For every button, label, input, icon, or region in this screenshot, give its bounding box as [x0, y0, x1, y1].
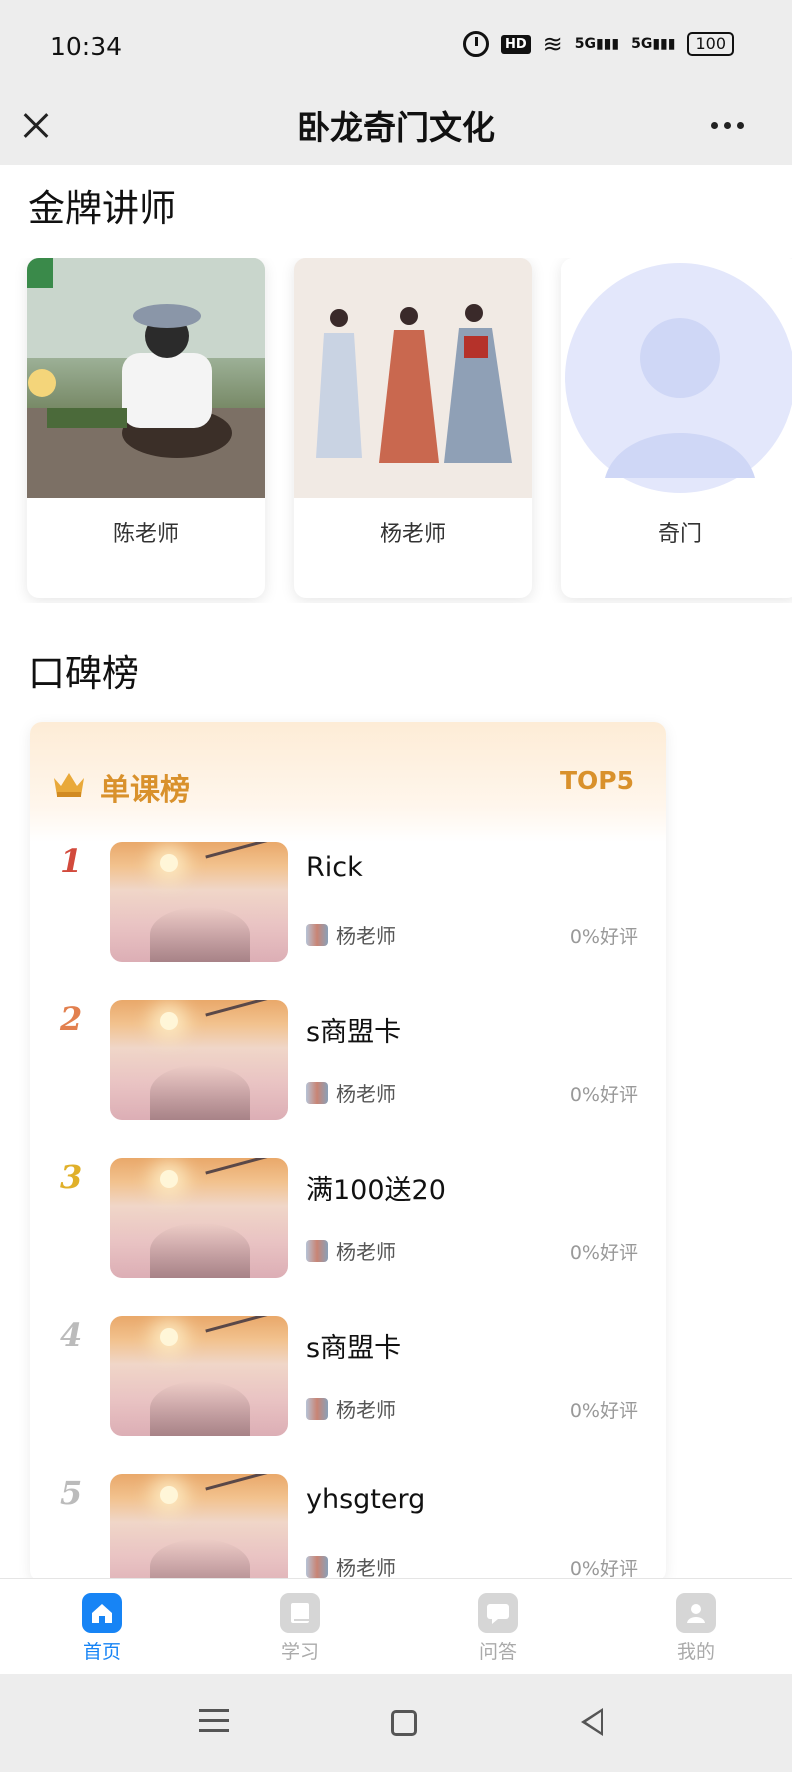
course-title: Rick [306, 852, 363, 883]
course-thumbnail [110, 842, 288, 962]
nav-item-mine[interactable]: 我的 [646, 1593, 746, 1664]
teachers-section-title: 金牌讲师 [28, 187, 176, 230]
course-teacher-name: 杨老师 [336, 924, 396, 948]
course-teacher: 杨老师 [306, 1236, 396, 1265]
course-row[interactable]: 3 满100送20 杨老师 0%好评 [30, 1158, 666, 1316]
teacher-avatar-icon [306, 923, 328, 946]
course-teacher: 杨老师 [306, 1078, 396, 1107]
course-teacher-name: 杨老师 [336, 1556, 396, 1580]
teacher-carousel[interactable]: 陈老师 杨老师 奇门 [0, 258, 792, 603]
user-icon [676, 1593, 716, 1633]
course-teacher: 杨老师 [306, 1552, 396, 1581]
ranking-title: 单课榜 [100, 773, 190, 808]
rank-number: 3 [60, 1158, 83, 1196]
teacher-photo-hanfu [294, 258, 532, 498]
home-square-icon[interactable] [382, 1702, 426, 1746]
rank-number: 2 [60, 1000, 83, 1038]
teacher-name: 陈老师 [112, 522, 179, 547]
course-rating: 0%好评 [569, 1084, 638, 1106]
nav-label-study: 学习 [280, 1641, 319, 1663]
course-title: 满100送20 [306, 1175, 446, 1206]
back-triangle-icon[interactable] [570, 1702, 614, 1746]
status-bar: 10:34 HD ≋ 5G ▮▮▮ 5G ▮▮▮ 100 [0, 0, 792, 90]
hd-icon: HD [500, 34, 531, 54]
default-avatar-icon [561, 258, 792, 498]
signal-1-label: 5G [574, 36, 596, 52]
ranking-top-label: TOP5 [559, 766, 634, 795]
course-title: yhsgterg [306, 1484, 426, 1515]
course-thumbnail [110, 1316, 288, 1436]
alarm-icon [462, 31, 489, 57]
course-title: s商盟卡 [306, 1017, 402, 1048]
signal-icon-2: 5G ▮▮▮ [631, 36, 676, 52]
bottom-nav: 首页 学习 问答 我的 [0, 1578, 792, 1674]
book-icon [280, 1593, 320, 1633]
course-row[interactable]: 2 s商盟卡 杨老师 0%好评 [30, 1000, 666, 1158]
course-row[interactable]: 5 yhsgterg 杨老师 0%好评 [30, 1474, 666, 1582]
teacher-avatar-icon [306, 1397, 328, 1420]
course-teacher-name: 杨老师 [336, 1240, 396, 1264]
teacher-card-2[interactable]: 杨老师 [294, 258, 532, 598]
signal-icon-1: 5G ▮▮▮ [574, 36, 620, 52]
teacher-avatar-icon [306, 1081, 328, 1104]
nav-item-home[interactable]: 首页 [52, 1593, 152, 1664]
signal-2-label: 5G [631, 36, 653, 52]
rank-number: 1 [60, 842, 83, 880]
course-teacher: 杨老师 [306, 1394, 396, 1423]
close-icon[interactable] [18, 102, 54, 152]
course-title: s商盟卡 [306, 1333, 402, 1364]
nav-label-home: 首页 [82, 1641, 121, 1663]
system-nav-bar [0, 1674, 792, 1772]
wifi-icon: ≋ [542, 30, 563, 58]
course-ranking-card: 单课榜 TOP5 1 Rick 杨老师 0%好评 2 s商盟卡 杨老师 0%好评… [30, 722, 666, 1582]
course-teacher-name: 杨老师 [336, 1398, 396, 1422]
nav-item-study[interactable]: 学习 [250, 1593, 350, 1664]
teacher-photo-garden [27, 258, 265, 498]
more-icon[interactable] [702, 110, 752, 140]
battery-icon: 100 [687, 32, 734, 56]
course-rating: 0%好评 [569, 1400, 638, 1422]
teacher-name: 奇门 [657, 522, 702, 547]
rank-number: 5 [60, 1474, 83, 1512]
course-rating: 0%好评 [569, 1242, 638, 1264]
course-thumbnail [110, 1158, 288, 1278]
menu-icon[interactable] [192, 1702, 236, 1746]
nav-label-mine: 我的 [676, 1641, 715, 1663]
teacher-card-3[interactable]: 奇门 [561, 258, 792, 598]
title-bar: 卧龙奇门文化 [0, 90, 792, 165]
page-title: 卧龙奇门文化 [297, 108, 495, 147]
teacher-avatar-icon [306, 1555, 328, 1578]
course-row[interactable]: 4 s商盟卡 杨老师 0%好评 [30, 1316, 666, 1474]
course-teacher-name: 杨老师 [336, 1082, 396, 1106]
course-thumbnail [110, 1000, 288, 1120]
course-teacher: 杨老师 [306, 920, 396, 949]
home-icon [82, 1593, 122, 1633]
course-rating: 0%好评 [569, 926, 638, 948]
crown-icon [54, 773, 84, 797]
course-row[interactable]: 1 Rick 杨老师 0%好评 [30, 842, 666, 1000]
nav-label-qa: 问答 [478, 1641, 517, 1663]
teacher-avatar-icon [306, 1239, 328, 1262]
status-time: 10:34 [50, 32, 123, 61]
rank-number: 4 [60, 1316, 83, 1354]
chat-icon [478, 1593, 518, 1633]
course-rating: 0%好评 [569, 1558, 638, 1580]
teacher-name: 杨老师 [379, 522, 446, 547]
nav-item-qa[interactable]: 问答 [448, 1593, 548, 1664]
course-thumbnail [110, 1474, 288, 1582]
status-icons: HD ≋ 5G ▮▮▮ 5G ▮▮▮ 100 [462, 30, 734, 58]
teacher-card-1[interactable]: 陈老师 [27, 258, 265, 598]
ranking-section-title: 口碑榜 [28, 652, 139, 695]
